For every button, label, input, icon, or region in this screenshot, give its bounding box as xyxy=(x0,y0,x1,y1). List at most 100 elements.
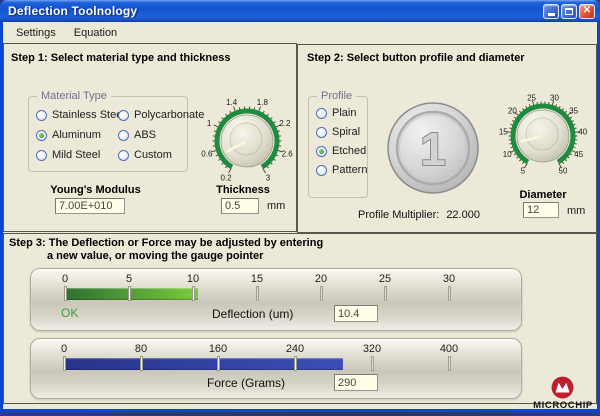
diameter-input[interactable] xyxy=(523,202,559,218)
knob-scale-label: 1.8 xyxy=(257,98,269,107)
gauge-tick-mark xyxy=(63,356,66,371)
gauge-tick-mark xyxy=(384,286,387,301)
maximize-button[interactable] xyxy=(561,4,577,19)
knob-scale-label: 25 xyxy=(527,94,536,103)
youngs-modulus-label: Young's Modulus xyxy=(28,184,163,196)
gauge-tick-mark xyxy=(294,356,297,371)
knob-face xyxy=(230,123,262,155)
gauge-tick-mark xyxy=(217,356,220,371)
radio-icon xyxy=(316,165,327,176)
minimize-button[interactable] xyxy=(543,4,559,19)
radio-icon xyxy=(316,108,327,119)
knob-scale-label: 0.2 xyxy=(220,173,232,182)
radio-profile-pattern[interactable]: Pattern xyxy=(316,164,366,176)
youngs-modulus-input[interactable] xyxy=(55,198,125,214)
client-area: Step 1: Select material type and thickne… xyxy=(3,43,597,409)
radio-label: Stainless Steel xyxy=(52,109,125,121)
thickness-input[interactable] xyxy=(221,198,259,214)
minimize-icon xyxy=(548,13,555,16)
thickness-unit: mm xyxy=(267,200,285,212)
knob-scale-label: 10 xyxy=(503,150,512,159)
gauge-tick-label: 20 xyxy=(306,273,336,285)
gauge-fill-bar[interactable] xyxy=(65,288,198,300)
gauge-tick-mark xyxy=(140,356,143,371)
knob-scale-label: 35 xyxy=(569,106,578,115)
profile-options: Plain Spiral Etched Pattern xyxy=(316,107,366,176)
gauge-tick-label: 25 xyxy=(370,273,400,285)
radio-profile-plain[interactable]: Plain xyxy=(316,107,366,119)
gauge-tick-label: 10 xyxy=(178,273,208,285)
knob-scale-label: 2.6 xyxy=(282,149,294,158)
force-gauge: Force (Grams) 080160240320400 xyxy=(30,338,522,399)
gauge-tick-label: 240 xyxy=(280,343,310,355)
menu-equation[interactable]: Equation xyxy=(65,25,126,41)
gauge-tick-mark xyxy=(448,286,451,301)
gauge-tick-mark xyxy=(128,286,131,301)
radio-profile-etched[interactable]: Etched xyxy=(316,145,366,157)
deflection-status: OK xyxy=(61,306,78,320)
knob-scale-label: 50 xyxy=(559,167,568,176)
window-controls: ✕ xyxy=(543,4,595,19)
radio-icon xyxy=(36,150,47,161)
gauge-tick-label: 0 xyxy=(50,273,80,285)
menu-settings[interactable]: Settings xyxy=(7,25,65,41)
diameter-unit: mm xyxy=(567,205,585,217)
window-title: Deflection Toolnology xyxy=(8,4,543,18)
radio-label: Mild Steel xyxy=(52,149,100,161)
radio-icon xyxy=(316,127,327,138)
knob-scale-label: 3 xyxy=(266,173,271,182)
force-input[interactable] xyxy=(334,374,378,391)
gauge-fill-bar[interactable] xyxy=(64,358,343,370)
radio-label: ABS xyxy=(134,129,156,141)
profile-multiplier: Profile Multiplier:22.000 xyxy=(358,209,480,221)
step3-title-line2: a new value, or moving the gauge pointer xyxy=(47,250,263,262)
thickness-label: Thickness xyxy=(193,184,293,196)
radio-label: Pattern xyxy=(332,164,367,176)
radio-label: Aluminum xyxy=(52,129,101,141)
knob-scale-label: 2.2 xyxy=(279,119,291,128)
knob-face xyxy=(526,118,558,150)
deflection-gauge: OK Deflection (um) 051015202530 xyxy=(30,268,522,331)
knob-tick xyxy=(263,168,266,173)
diameter-knob[interactable]: 5101520253035404550 xyxy=(491,84,597,190)
radio-material-stainless-steel[interactable]: Stainless Steel xyxy=(36,109,118,121)
radio-icon xyxy=(316,146,327,157)
step3-title-line1: Step 3: The Deflection or Force may be a… xyxy=(9,237,323,249)
profile-multiplier-value: 22.000 xyxy=(446,209,480,221)
radio-material-mild-steel[interactable]: Mild Steel xyxy=(36,149,118,161)
gauge-tick-mark xyxy=(448,356,451,371)
microchip-logo-icon xyxy=(550,375,575,400)
radio-material-polycarbonate[interactable]: Polycarbonate xyxy=(118,109,198,121)
knob-scale-label: 45 xyxy=(574,150,583,159)
gauge-tick-mark xyxy=(192,286,195,301)
knob-scale-label: 0.6 xyxy=(201,149,213,158)
profile-label: Profile xyxy=(317,90,356,102)
coin-number: 1 xyxy=(420,123,446,175)
radio-label: Spiral xyxy=(332,126,360,138)
radio-label: Polycarbonate xyxy=(134,109,204,121)
gauge-tick-label: 5 xyxy=(114,273,144,285)
title-bar[interactable]: Deflection Toolnology ✕ xyxy=(0,0,600,22)
radio-icon xyxy=(118,130,129,141)
gauge-tick-mark xyxy=(320,286,323,301)
app-window: Deflection Toolnology ✕ Settings Equatio… xyxy=(0,0,600,412)
thickness-knob[interactable]: 0.20.611.41.82.22.63 xyxy=(195,89,297,191)
knob-scale-label: 15 xyxy=(499,127,508,136)
radio-material-custom[interactable]: Custom xyxy=(118,149,198,161)
close-button[interactable]: ✕ xyxy=(579,4,595,19)
radio-profile-spiral[interactable]: Spiral xyxy=(316,126,366,138)
step2-title: Step 2: Select button profile and diamet… xyxy=(307,52,525,64)
radio-icon xyxy=(118,110,129,121)
microchip-logo-text: MICROCHIP xyxy=(527,400,599,411)
deflection-input[interactable] xyxy=(334,305,378,322)
gauge-tick-mark xyxy=(256,286,259,301)
deflection-gauge-label: Deflection (um) xyxy=(212,307,293,321)
radio-icon xyxy=(118,150,129,161)
radio-label: Etched xyxy=(332,145,366,157)
gauge-tick-label: 400 xyxy=(434,343,464,355)
radio-material-aluminum[interactable]: Aluminum xyxy=(36,129,118,141)
gauge-tick-label: 0 xyxy=(49,343,79,355)
gauge-tick-mark xyxy=(371,356,374,371)
radio-material-abs[interactable]: ABS xyxy=(118,129,198,141)
knob-tick xyxy=(229,168,232,173)
